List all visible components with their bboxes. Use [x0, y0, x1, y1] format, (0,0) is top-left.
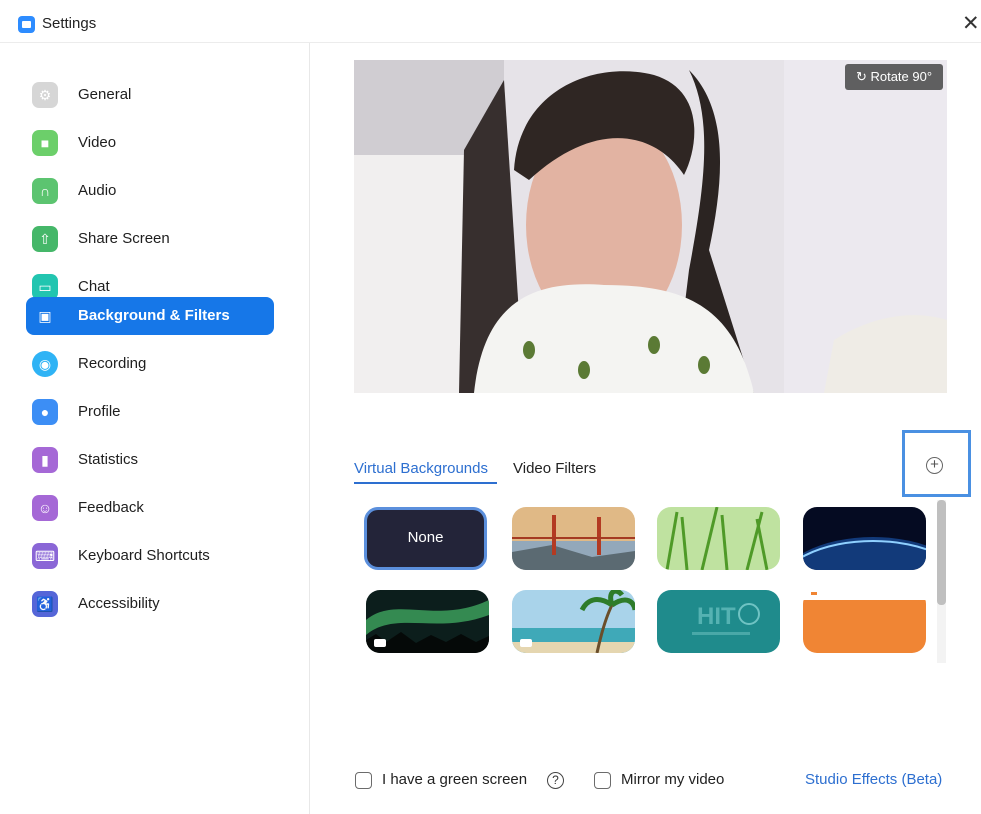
svg-text:HIT: HIT: [697, 603, 736, 630]
gear-icon: ⚙: [32, 82, 58, 108]
backgrounds-scrollbar[interactable]: [937, 500, 946, 663]
sidebar-item-recording[interactable]: ◉ Recording: [26, 345, 274, 383]
background-grass[interactable]: [657, 507, 780, 570]
help-icon[interactable]: ?: [547, 772, 564, 789]
background-hit-logo[interactable]: HIT: [657, 590, 780, 653]
sidebar-item-label: Audio: [78, 182, 117, 199]
record-icon: ◉: [32, 351, 58, 377]
background-icon: ▣: [38, 308, 52, 324]
camera-icon: ■: [32, 130, 58, 156]
sidebar-item-feedback[interactable]: ☺ Feedback: [26, 489, 274, 527]
sidebar-item-background-filters[interactable]: ▣ Background & Filters: [26, 297, 274, 335]
sidebar-item-label: General: [78, 86, 132, 103]
sidebar-item-accessibility[interactable]: ♿ Accessibility: [26, 585, 274, 623]
background-golden-gate[interactable]: [512, 507, 635, 570]
sidebar-item-share-screen[interactable]: ⇧ Share Screen: [26, 220, 274, 258]
accessibility-icon: ♿: [32, 591, 58, 617]
zoom-app-icon: [18, 16, 35, 33]
sidebar-item-label: Feedback: [78, 499, 144, 516]
sidebar-item-audio[interactable]: ∩ Audio: [26, 172, 274, 210]
title-bar: Settings ✕: [0, 0, 981, 43]
sidebar-item-label: Video: [78, 134, 117, 151]
sidebar-item-label: Accessibility: [78, 595, 160, 612]
sidebar-item-label: Chat: [78, 278, 110, 295]
sidebar-item-video[interactable]: ■ Video: [26, 124, 274, 162]
sidebar-item-label: Keyboard Shortcuts: [78, 547, 210, 564]
background-aurora[interactable]: [366, 590, 489, 653]
scrollbar-thumb[interactable]: [937, 500, 946, 605]
window-title: Settings: [42, 15, 97, 32]
tab-virtual-backgrounds[interactable]: Virtual Backgrounds: [354, 460, 488, 477]
add-background-icon[interactable]: +: [926, 457, 943, 474]
green-screen-label: I have a green screen: [382, 771, 528, 788]
studio-effects-link[interactable]: Studio Effects (Beta): [805, 771, 942, 793]
close-icon[interactable]: ✕: [962, 11, 980, 36]
statistics-icon: ▮: [32, 447, 58, 473]
background-none[interactable]: None: [364, 507, 487, 570]
background-orange[interactable]: [803, 590, 926, 653]
green-screen-checkbox[interactable]: [355, 772, 372, 789]
sidebar: ⚙ General ■ Video ∩ Audio ⇧ Share Screen…: [0, 43, 310, 814]
sidebar-item-keyboard-shortcuts[interactable]: ⌨ Keyboard Shortcuts: [26, 537, 274, 575]
headphones-icon: ∩: [32, 178, 58, 204]
sidebar-item-label: Recording: [78, 355, 147, 372]
feedback-icon: ☺: [32, 495, 58, 521]
sidebar-item-label: Statistics: [78, 451, 139, 468]
share-screen-icon: ⇧: [32, 226, 58, 252]
camera-preview: [354, 60, 947, 393]
active-tab-indicator: [354, 482, 497, 484]
mirror-video-checkbox[interactable]: [594, 772, 611, 789]
mirror-video-label: Mirror my video: [621, 771, 725, 788]
sidebar-item-statistics[interactable]: ▮ Statistics: [26, 441, 274, 479]
sidebar-item-label: Share Screen: [78, 230, 170, 247]
background-beach-palm[interactable]: [512, 590, 635, 653]
sidebar-item-profile[interactable]: ● Profile: [26, 393, 274, 431]
sidebar-item-label: Background & Filters: [78, 307, 230, 324]
profile-icon: ●: [32, 399, 58, 425]
tab-video-filters[interactable]: Video Filters: [513, 460, 596, 477]
keyboard-icon: ⌨: [32, 543, 58, 569]
rotate-label: Rotate 90°: [870, 69, 933, 84]
video-badge-icon: [520, 639, 532, 647]
sidebar-item-label: Profile: [78, 403, 121, 420]
rotate-icon: ↻: [855, 69, 871, 84]
sidebar-item-general[interactable]: ⚙ General: [26, 76, 274, 114]
rotate-button[interactable]: ↻ Rotate 90°: [845, 64, 943, 90]
background-earth-from-space[interactable]: [803, 507, 926, 570]
video-badge-icon: [374, 639, 386, 647]
